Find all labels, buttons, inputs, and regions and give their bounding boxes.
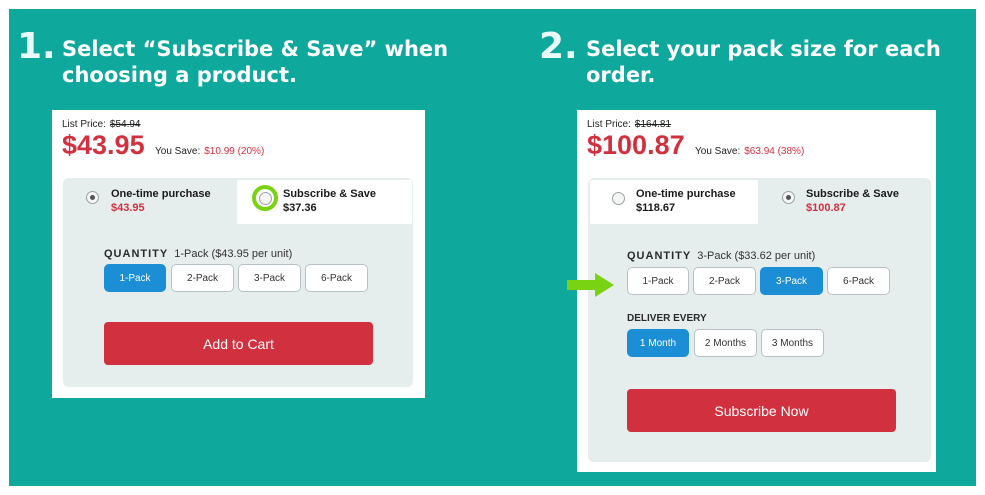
pack-option-3[interactable]: 3-Pack — [760, 267, 823, 295]
pack-option-2[interactable]: 2-Pack — [171, 264, 234, 292]
tutorial-canvas: 1. Select “Subscribe & Save” when choosi… — [9, 9, 976, 486]
purchase-options-panel: One-time purchase $118.67 Subscribe & Sa… — [588, 178, 931, 462]
subscribe-save-option[interactable]: Subscribe & Save $37.36 — [237, 180, 412, 224]
subscribe-price: $37.36 — [283, 202, 317, 214]
list-price-value: $164.81 — [634, 119, 672, 130]
pack-option-1[interactable]: 1-Pack — [627, 267, 689, 295]
subscribe-now-button[interactable]: Subscribe Now — [627, 389, 896, 432]
radio-unchecked-icon[interactable] — [612, 192, 625, 205]
you-save: You Save: $63.94 (38%) — [695, 146, 805, 157]
subscribe-price: $100.87 — [806, 202, 846, 214]
radio-checked-icon[interactable] — [86, 191, 99, 204]
pack-option-2[interactable]: 2-Pack — [693, 267, 756, 295]
one-time-purchase-option[interactable]: One-time purchase $43.95 — [63, 178, 236, 222]
step-2-number: 2. — [539, 26, 578, 67]
you-save: You Save: $10.99 (20%) — [155, 146, 265, 157]
deliver-option-3-months[interactable]: 3 Months — [761, 329, 824, 357]
list-price: List Price: $164.81 — [587, 119, 672, 130]
step-2-title-line-1: Select your pack size for each — [586, 37, 941, 61]
quantity-line: QUANTITY 1-Pack ($43.95 per unit) — [104, 248, 293, 260]
list-price: List Price: $54.94 — [62, 119, 141, 130]
list-price-value: $54.94 — [109, 119, 141, 130]
you-save-value: $10.99 (20%) — [204, 146, 265, 157]
one-time-purchase-option[interactable]: One-time purchase $118.67 — [590, 180, 758, 224]
purchase-options-panel: One-time purchase $43.95 Subscribe & Sav… — [63, 178, 413, 387]
deliver-option-2-months[interactable]: 2 Months — [694, 329, 757, 357]
arrow-right-icon — [567, 273, 614, 297]
deliver-every-label: DELIVER EVERY — [627, 313, 707, 324]
pack-option-1[interactable]: 1-Pack — [104, 264, 166, 292]
deliver-option-1-month[interactable]: 1 Month — [627, 329, 689, 357]
sale-price: $43.95 — [62, 130, 145, 160]
add-to-cart-button[interactable]: Add to Cart — [104, 322, 373, 365]
step-2-product-card: List Price: $164.81 $100.87 You Save: $63.… — [577, 110, 936, 472]
step-1-product-card: List Price: $54.94 $43.95 You Save: $10.99… — [52, 110, 425, 398]
sale-price: $100.87 — [587, 130, 685, 160]
you-save-value: $63.94 (38%) — [744, 146, 805, 157]
one-time-price: $43.95 — [111, 202, 145, 214]
step-1-title-line-1: Select “Subscribe & Save” when — [62, 37, 449, 61]
step-1-number: 1. — [17, 26, 56, 67]
pack-option-6[interactable]: 6-Pack — [827, 267, 890, 295]
one-time-price: $118.67 — [636, 202, 676, 214]
step-1-title-line-2: choosing a product. — [62, 63, 297, 87]
pack-option-3[interactable]: 3-Pack — [238, 264, 301, 292]
quantity-line: QUANTITY 3-Pack ($33.62 per unit) — [627, 250, 816, 262]
radio-checked-icon[interactable] — [782, 191, 795, 204]
step-2-title-line-2: order. — [586, 63, 656, 87]
subscribe-save-option[interactable]: Subscribe & Save $100.87 — [760, 178, 928, 222]
pack-option-6[interactable]: 6-Pack — [305, 264, 368, 292]
highlight-ring-icon — [252, 185, 278, 211]
